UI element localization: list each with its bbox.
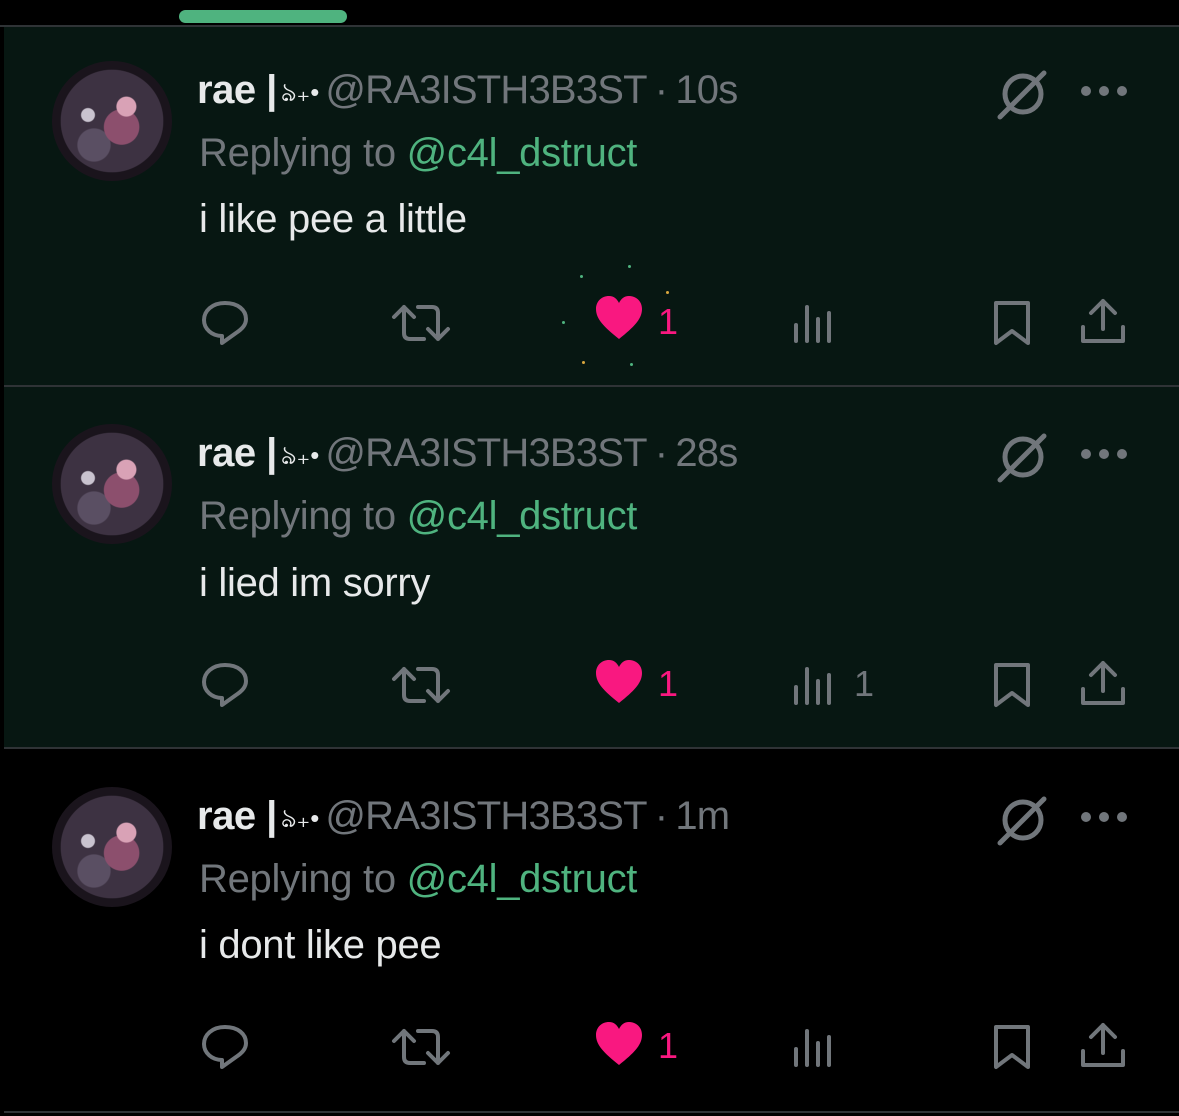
- like-sparkle: [580, 275, 583, 278]
- grok-icon[interactable]: [994, 65, 1052, 123]
- separator: ·: [654, 430, 668, 475]
- name-decoration: ঌ₊•: [280, 77, 320, 107]
- like-sparkle: [562, 321, 565, 324]
- like-sparkle: [630, 363, 633, 366]
- like-sparkle: [582, 361, 585, 364]
- replying-prefix: Replying to: [199, 131, 396, 175]
- views-count[interactable]: 1: [854, 663, 874, 705]
- avatar[interactable]: [52, 787, 172, 907]
- tweet-text: i lied im sorry: [199, 561, 431, 605]
- retweet-icon[interactable]: [390, 301, 452, 345]
- handle[interactable]: @RA3ISTH3B3ST: [325, 68, 647, 113]
- mention-link[interactable]: @c4l_dstruct: [407, 494, 638, 538]
- retweet-icon[interactable]: [390, 1025, 452, 1069]
- display-name[interactable]: rae |: [197, 68, 277, 113]
- share-icon[interactable]: [1078, 297, 1128, 347]
- display-name[interactable]: rae |: [197, 431, 277, 476]
- tweet-text: i like pee a little: [199, 197, 467, 241]
- tweet[interactable]: rae | ঌ₊• @RA3ISTH3B3ST · 28s Replying t…: [4, 387, 1179, 749]
- active-tab-indicator: [179, 10, 347, 23]
- more-icon[interactable]: [1079, 81, 1129, 101]
- handle[interactable]: @RA3ISTH3B3ST: [325, 794, 647, 839]
- like-count[interactable]: 1: [658, 1025, 678, 1067]
- separator: ·: [654, 793, 668, 838]
- retweet-icon[interactable]: [390, 663, 452, 707]
- tweet[interactable]: rae | ঌ₊• @RA3ISTH3B3ST · 10s Replying t…: [4, 27, 1179, 387]
- replying-prefix: Replying to: [199, 857, 396, 901]
- replying-to: Replying to @c4l_dstruct: [199, 857, 637, 902]
- avatar[interactable]: [52, 424, 172, 544]
- tweet-header: rae | ঌ₊• @RA3ISTH3B3ST · 28s: [197, 428, 738, 478]
- replying-to: Replying to @c4l_dstruct: [199, 131, 637, 176]
- reply-icon[interactable]: [200, 661, 250, 707]
- display-name[interactable]: rae |: [197, 794, 277, 839]
- like-count[interactable]: 1: [658, 663, 678, 705]
- heart-icon[interactable]: [594, 1021, 644, 1067]
- timestamp[interactable]: 28s: [675, 431, 738, 476]
- bookmark-icon[interactable]: [990, 661, 1034, 709]
- reply-icon[interactable]: [200, 299, 250, 345]
- avatar[interactable]: [52, 61, 172, 181]
- views-icon[interactable]: [792, 303, 836, 343]
- views-icon[interactable]: [792, 665, 836, 705]
- like-count[interactable]: 1: [658, 301, 678, 343]
- share-icon[interactable]: [1078, 659, 1128, 709]
- replying-prefix: Replying to: [199, 494, 396, 538]
- tweet-text: i dont like pee: [199, 923, 442, 967]
- like-sparkle: [666, 291, 669, 294]
- tweet-header: rae | ঌ₊• @RA3ISTH3B3ST · 1m: [197, 791, 730, 841]
- like-sparkle: [628, 265, 631, 268]
- tweet-header: rae | ঌ₊• @RA3ISTH3B3ST · 10s: [197, 65, 738, 115]
- heart-icon[interactable]: [594, 295, 644, 341]
- separator: ·: [654, 67, 668, 112]
- mention-link[interactable]: @c4l_dstruct: [407, 857, 638, 901]
- share-icon[interactable]: [1078, 1021, 1128, 1071]
- bookmark-icon[interactable]: [990, 1023, 1034, 1071]
- name-decoration: ঌ₊•: [280, 440, 320, 470]
- grok-icon[interactable]: [994, 428, 1052, 486]
- tweet[interactable]: rae | ঌ₊• @RA3ISTH3B3ST · 1m Replying to…: [4, 749, 1179, 1113]
- heart-icon[interactable]: [594, 659, 644, 705]
- replying-to: Replying to @c4l_dstruct: [199, 494, 637, 539]
- mention-link[interactable]: @c4l_dstruct: [407, 131, 638, 175]
- name-decoration: ঌ₊•: [280, 803, 320, 833]
- bookmark-icon[interactable]: [990, 299, 1034, 347]
- timestamp[interactable]: 10s: [675, 68, 738, 113]
- more-icon[interactable]: [1079, 444, 1129, 464]
- tab-bar: [0, 0, 1179, 27]
- timestamp[interactable]: 1m: [675, 794, 730, 839]
- handle[interactable]: @RA3ISTH3B3ST: [325, 431, 647, 476]
- reply-icon[interactable]: [200, 1023, 250, 1069]
- views-icon[interactable]: [792, 1027, 836, 1067]
- more-icon[interactable]: [1079, 807, 1129, 827]
- grok-icon[interactable]: [994, 791, 1052, 849]
